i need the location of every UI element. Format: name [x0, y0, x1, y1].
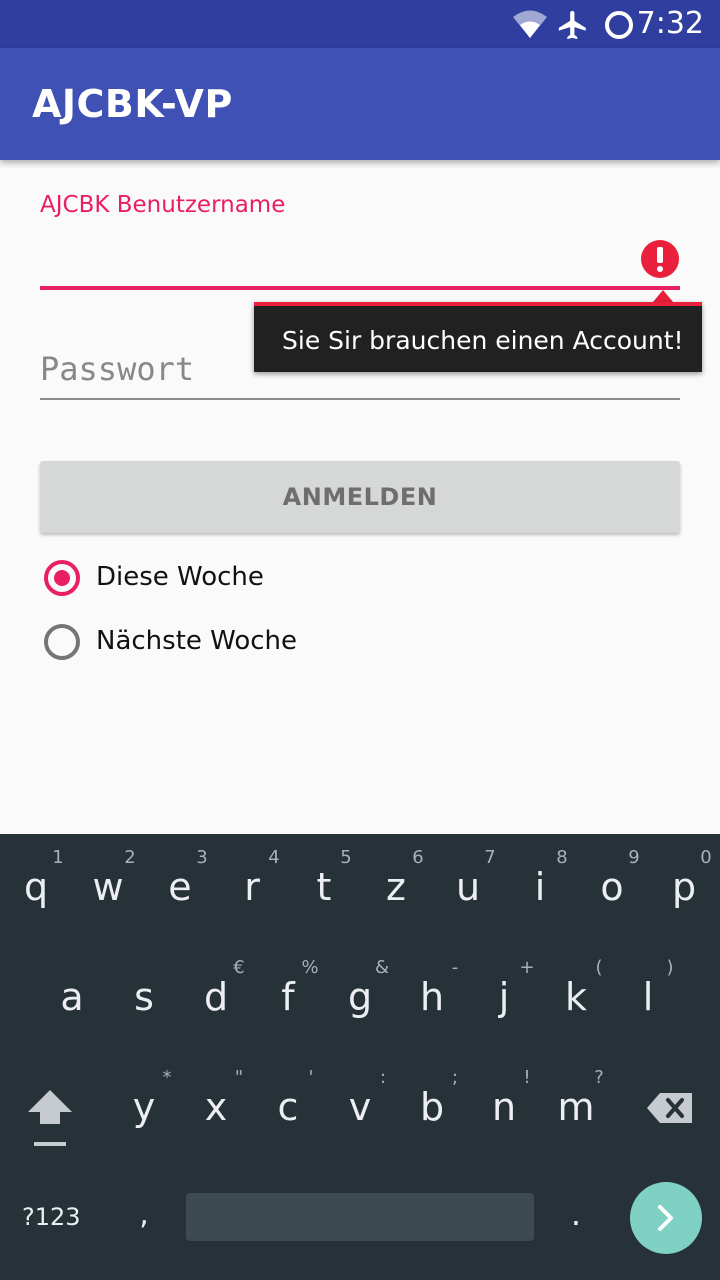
key-hint: (: [595, 957, 603, 978]
sync-icon: [605, 11, 633, 39]
key-hint: +: [519, 957, 535, 978]
password-underline: [40, 398, 680, 400]
key-x[interactable]: x: [180, 1085, 252, 1129]
wifi-icon: [513, 10, 547, 38]
key-d[interactable]: d: [180, 975, 252, 1019]
key-hint: :: [379, 1067, 387, 1088]
key-a[interactable]: a: [36, 975, 108, 1019]
key-t[interactable]: t: [288, 865, 360, 909]
key-hint: €: [233, 957, 245, 978]
username-underline: [40, 286, 680, 290]
key-q[interactable]: q: [0, 865, 72, 909]
key-n[interactable]: n: [468, 1085, 540, 1129]
airplane-icon: [558, 10, 586, 40]
radio-next-week[interactable]: [44, 624, 80, 660]
key-hint: 2: [124, 847, 136, 868]
key-hint: 5: [340, 847, 352, 868]
key-z[interactable]: z: [360, 865, 432, 909]
key-r[interactable]: r: [216, 865, 288, 909]
status-time: 7:32: [636, 6, 704, 41]
space-key[interactable]: [186, 1193, 534, 1241]
key-hint: 3: [196, 847, 208, 868]
shift-key-icon[interactable]: [26, 1088, 74, 1150]
chevron-right-icon: [658, 1205, 673, 1231]
enter-key[interactable]: [630, 1182, 702, 1254]
key-c[interactable]: c: [252, 1085, 324, 1129]
radio-this-week[interactable]: [44, 560, 80, 596]
radio-next-week-label[interactable]: Nächste Woche: [96, 626, 297, 656]
key-hint: 1: [52, 847, 64, 868]
key-hint: *: [162, 1067, 172, 1088]
key-i[interactable]: i: [504, 865, 576, 909]
key-f[interactable]: f: [252, 975, 324, 1019]
key-hint: 0: [700, 847, 712, 868]
username-field[interactable]: [40, 222, 634, 284]
backspace-key-icon[interactable]: [646, 1091, 694, 1125]
key-s[interactable]: s: [108, 975, 180, 1019]
key-l[interactable]: l: [612, 975, 684, 1019]
key-hint: -: [451, 957, 459, 978]
key-hint: ?: [594, 1067, 604, 1088]
key-hint: ;: [451, 1067, 459, 1088]
key-j[interactable]: j: [468, 975, 540, 1019]
error-popup-arrow: [653, 290, 673, 302]
key-h[interactable]: h: [396, 975, 468, 1019]
password-field[interactable]: [40, 340, 680, 398]
key-hint: 6: [412, 847, 424, 868]
key-y[interactable]: y: [108, 1085, 180, 1129]
key-b[interactable]: b: [396, 1085, 468, 1129]
key-hint: !: [523, 1067, 531, 1088]
error-icon[interactable]: [641, 240, 679, 278]
key-hint: 8: [556, 847, 568, 868]
key-g[interactable]: g: [324, 975, 396, 1019]
key-hint: ': [308, 1067, 314, 1088]
username-label: AJCBK Benutzername: [40, 192, 286, 218]
period-key[interactable]: .: [540, 1195, 612, 1233]
key-m[interactable]: m: [540, 1085, 612, 1129]
key-hint: 9: [628, 847, 640, 868]
key-hint: &: [374, 957, 390, 978]
key-hint: %: [301, 957, 319, 978]
key-hint: 7: [484, 847, 496, 868]
key-hint: ): [666, 957, 674, 978]
status-bar: 7:32: [0, 0, 720, 48]
key-p[interactable]: p: [648, 865, 720, 909]
symbols-key[interactable]: ?123: [22, 1203, 81, 1231]
radio-this-week-label[interactable]: Diese Woche: [96, 562, 264, 592]
key-w[interactable]: w: [72, 865, 144, 909]
key-u[interactable]: u: [432, 865, 504, 909]
key-o[interactable]: o: [576, 865, 648, 909]
key-k[interactable]: k: [540, 975, 612, 1019]
key-hint: ": [234, 1067, 244, 1088]
login-button[interactable]: ANMELDEN: [40, 461, 680, 533]
key-v[interactable]: v: [324, 1085, 396, 1129]
comma-key[interactable]: ,: [108, 1197, 180, 1232]
app-title: AJCBK-VP: [32, 82, 233, 126]
key-e[interactable]: e: [144, 865, 216, 909]
app-bar: AJCBK-VP: [0, 48, 720, 160]
key-hint: 4: [268, 847, 280, 868]
